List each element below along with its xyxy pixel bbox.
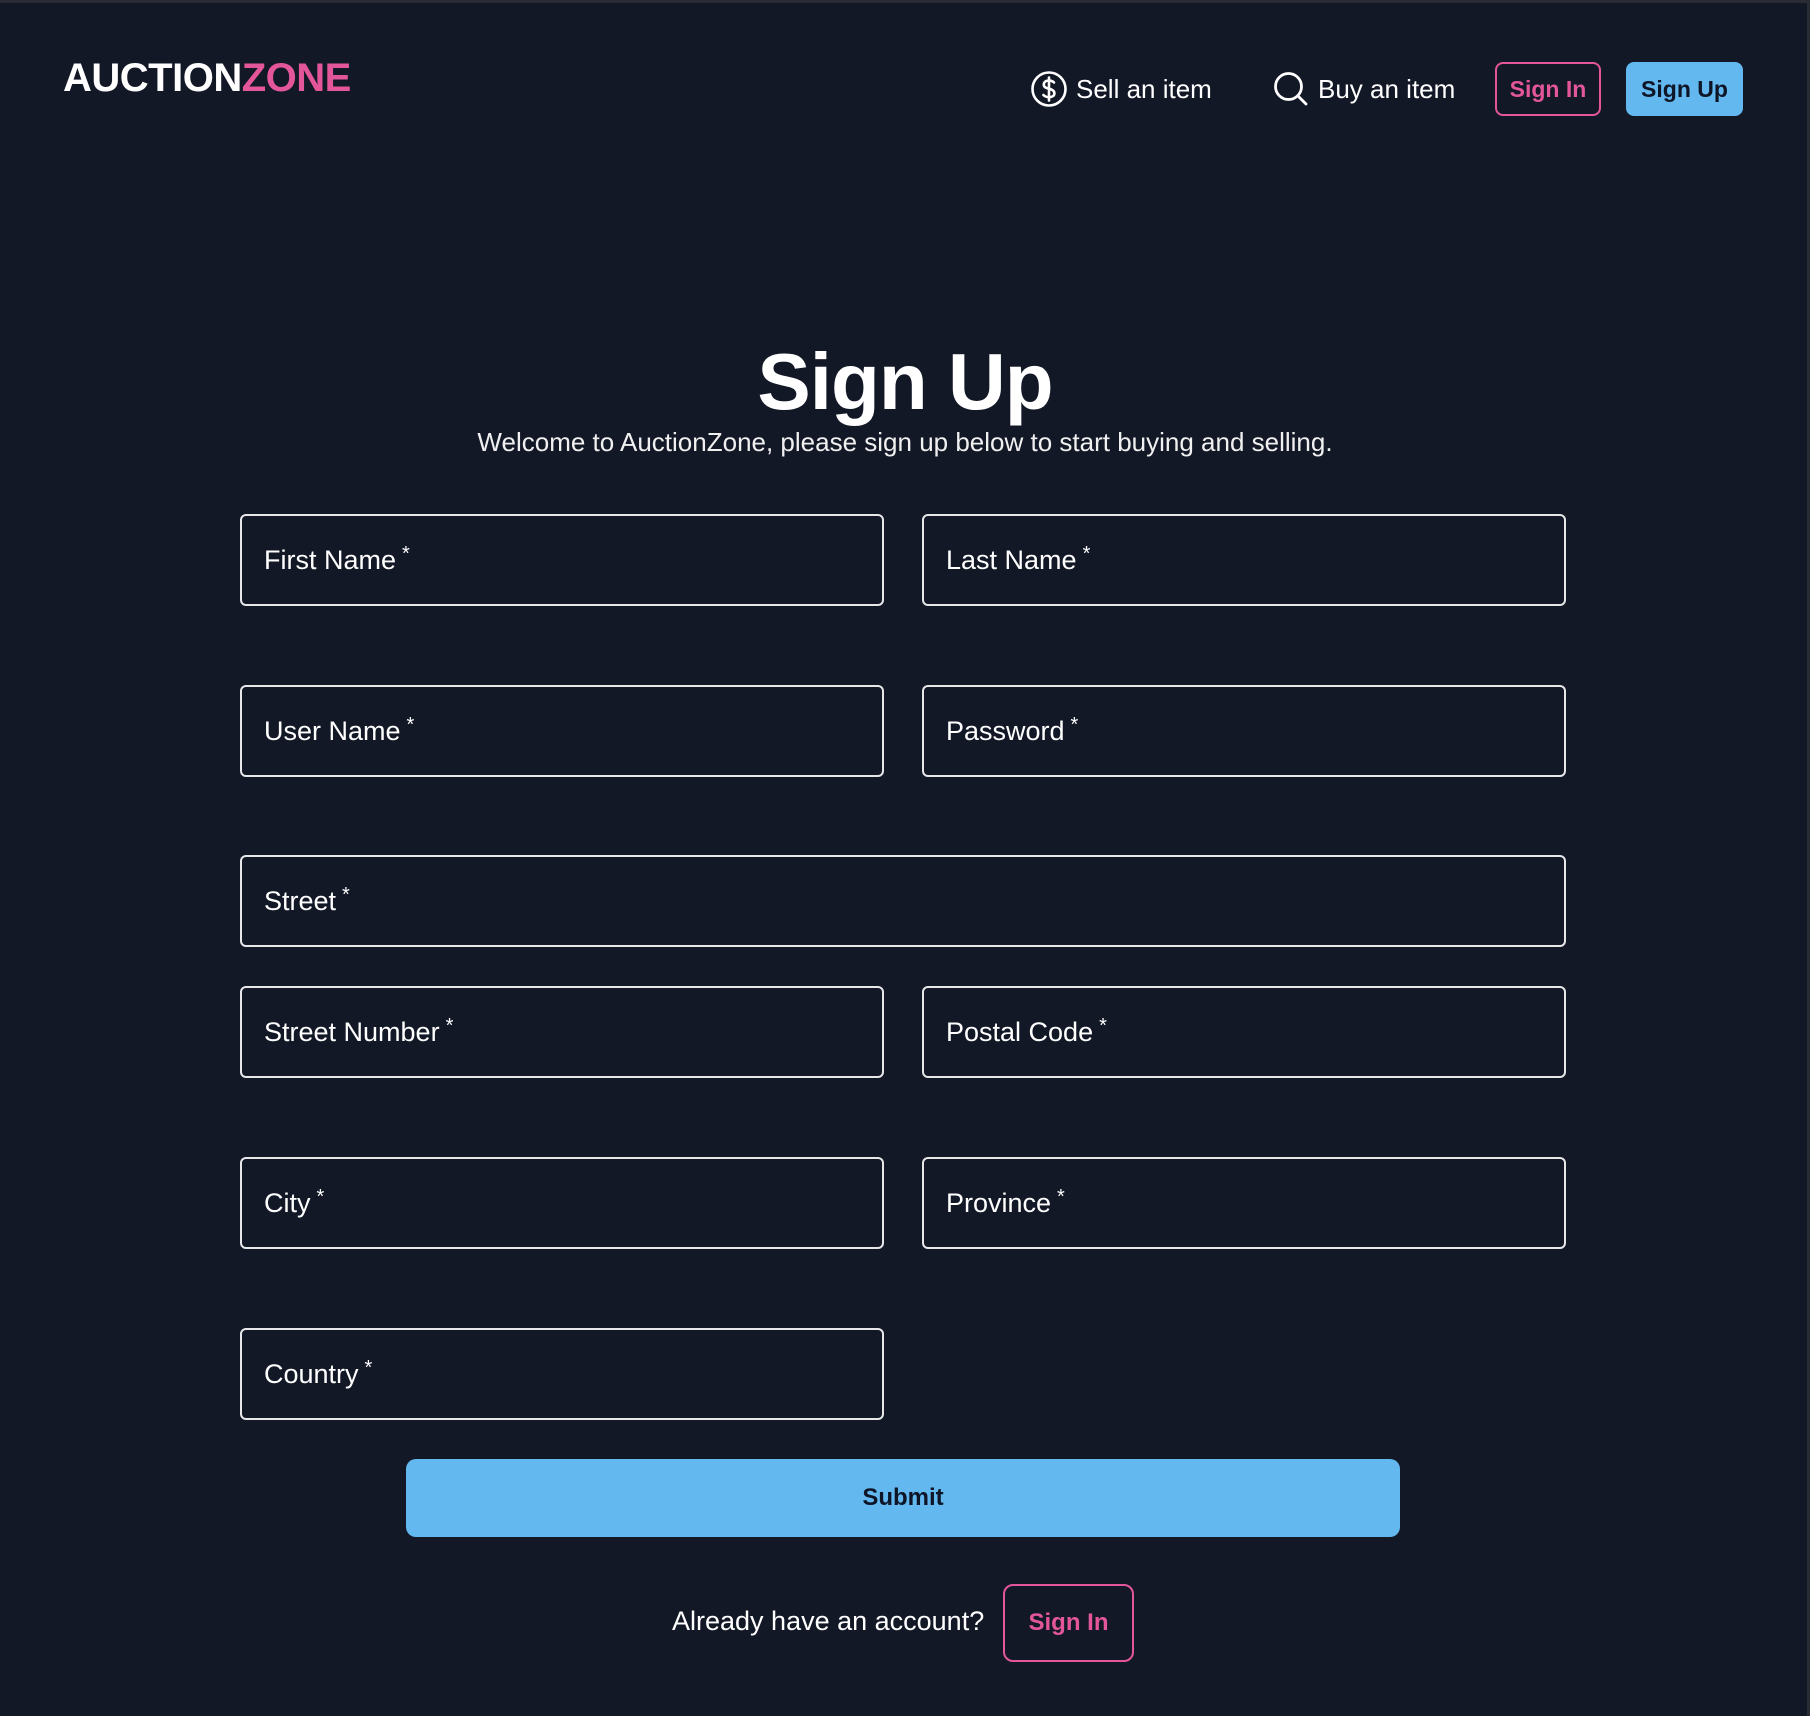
user-name-label: User Name [264, 715, 401, 746]
postal-code-field[interactable]: Postal Code * [922, 986, 1566, 1078]
required-mark: * [364, 1356, 373, 1379]
logo-part-zone: ZONE [241, 56, 352, 100]
first-name-field[interactable]: First Name * [240, 514, 884, 606]
required-mark: * [1070, 713, 1079, 736]
last-name-field[interactable]: Last Name * [922, 514, 1566, 606]
street-label: Street [264, 885, 337, 916]
nav-sell-item[interactable]: Sell an item [1030, 62, 1212, 116]
nav-signup-button[interactable]: Sign Up [1626, 62, 1743, 116]
street-field[interactable]: Street * [240, 855, 1566, 947]
window-top-border [0, 0, 1810, 3]
city-label: City [264, 1187, 311, 1218]
nav-buy-item[interactable]: Buy an item [1272, 62, 1455, 116]
last-name-label: Last Name [946, 544, 1077, 575]
bottom-signin-button[interactable]: Sign In [1003, 1584, 1134, 1662]
province-field[interactable]: Province * [922, 1157, 1566, 1249]
first-name-label: First Name [264, 544, 397, 575]
required-mark: * [402, 542, 410, 565]
user-name-field[interactable]: User Name * [240, 685, 884, 777]
logo[interactable]: AUCTIONZONE [63, 54, 351, 102]
required-mark: * [1057, 1185, 1065, 1208]
submit-button[interactable]: Submit [406, 1459, 1400, 1537]
required-mark: * [406, 713, 415, 736]
logo-part-auction: AUCTION [63, 56, 242, 100]
required-mark: * [1082, 542, 1091, 565]
street-number-field[interactable]: Street Number * [240, 986, 884, 1078]
password-field[interactable]: Password * [922, 685, 1566, 777]
page-title: Sign Up [757, 337, 1053, 426]
dollar-circle-icon [1030, 70, 1068, 108]
required-mark: * [342, 883, 350, 906]
city-field[interactable]: City * [240, 1157, 884, 1249]
nav-buy-label: Buy an item [1318, 73, 1456, 104]
country-label: Country [264, 1358, 359, 1389]
search-icon [1272, 70, 1310, 108]
nav-signin-button[interactable]: Sign In [1495, 62, 1601, 116]
required-mark: * [445, 1014, 454, 1037]
required-mark: * [316, 1185, 325, 1208]
already-have-account-text: Already have an account? [672, 1606, 985, 1636]
password-label: Password [946, 715, 1065, 746]
street-number-label: Street Number [264, 1016, 440, 1047]
nav-sell-label: Sell an item [1076, 73, 1212, 104]
country-field[interactable]: Country * [240, 1328, 884, 1420]
province-label: Province [946, 1187, 1052, 1218]
required-mark: * [1099, 1014, 1107, 1037]
page-subtitle: Welcome to AuctionZone, please sign up b… [477, 427, 1333, 457]
postal-code-label: Postal Code [946, 1016, 1094, 1047]
